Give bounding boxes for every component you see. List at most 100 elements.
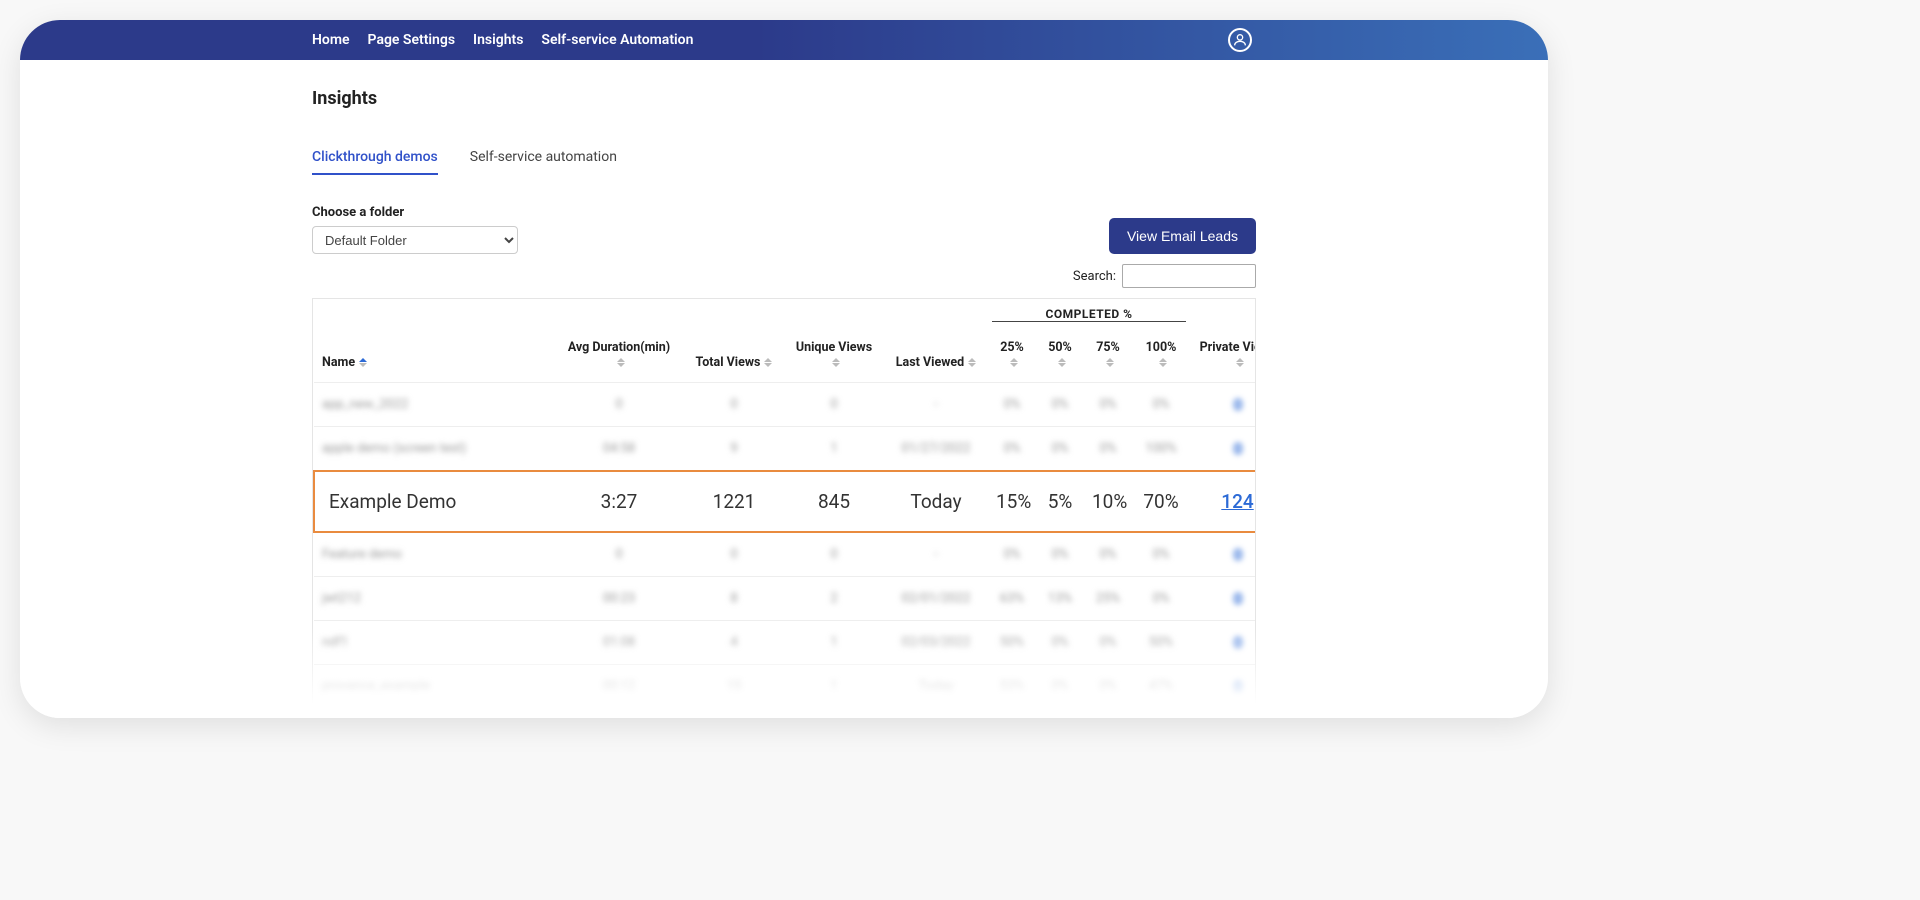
cell-uni: 1 bbox=[784, 665, 884, 709]
cell-p75: 0% bbox=[1084, 427, 1132, 472]
content-area: Insights Clickthrough demos Self-service… bbox=[20, 60, 1548, 718]
cell-last: - bbox=[884, 383, 988, 427]
cell-uni: 0 bbox=[784, 383, 884, 427]
cell-p25: 0% bbox=[988, 427, 1036, 472]
private-views-link[interactable]: 0 bbox=[1233, 677, 1242, 696]
cell-dur: 04:58 bbox=[554, 427, 684, 472]
th-avg-duration[interactable]: Avg Duration(min) bbox=[554, 330, 684, 383]
cell-p50: 0% bbox=[1036, 427, 1084, 472]
cell-p75: 0% bbox=[1084, 709, 1132, 719]
th-75[interactable]: 75% bbox=[1084, 330, 1132, 383]
sort-icon bbox=[617, 358, 625, 367]
cell-last: Today bbox=[884, 665, 988, 709]
private-views-link[interactable]: 0 bbox=[1233, 545, 1242, 564]
cell-tot: 9 bbox=[684, 427, 784, 472]
top-nav: Home Page Settings Insights Self-service… bbox=[312, 20, 693, 60]
cell-name: apple demo (screen test) bbox=[314, 427, 554, 472]
cell-p100: 70% bbox=[1132, 471, 1190, 532]
cell-name: ndf1 bbox=[314, 621, 554, 665]
cell-uni: 845 bbox=[784, 471, 884, 532]
private-views-link[interactable]: 0 bbox=[1233, 633, 1242, 652]
search-input[interactable] bbox=[1122, 264, 1256, 288]
sort-icon bbox=[832, 358, 840, 367]
nav-home[interactable]: Home bbox=[312, 32, 350, 48]
app-card: Home Page Settings Insights Self-service… bbox=[20, 20, 1548, 718]
table-row[interactable]: Example Demo3:271221845Today15%5%10%70%1… bbox=[314, 471, 1256, 532]
table-row[interactable]: ndf101:084102/03/202250%0%0%50%0 bbox=[314, 621, 1256, 665]
table-row[interactable]: apple demo (screen test)04:589101/27/202… bbox=[314, 427, 1256, 472]
cell-uni: 2 bbox=[784, 577, 884, 621]
search-row: Search: bbox=[312, 264, 1256, 288]
table-row[interactable]: provance_example00:12151Today53%0%0%47%0 bbox=[314, 665, 1256, 709]
cell-private-views[interactable]: 0 bbox=[1190, 621, 1256, 665]
sort-icon bbox=[1058, 358, 1066, 367]
table-row[interactable]: Sample demo 2000-0%0%0%0%3 bbox=[314, 709, 1256, 719]
cell-private-views[interactable]: 0 bbox=[1190, 427, 1256, 472]
th-total-views[interactable]: Total Views bbox=[684, 330, 784, 383]
cell-name: Sample demo 2 bbox=[314, 709, 554, 719]
th-50[interactable]: 50% bbox=[1036, 330, 1084, 383]
tab-clickthrough-demos[interactable]: Clickthrough demos bbox=[312, 149, 438, 175]
cell-p50: 0% bbox=[1036, 621, 1084, 665]
cell-private-views[interactable]: 0 bbox=[1190, 665, 1256, 709]
private-views-link[interactable]: 0 bbox=[1233, 395, 1242, 414]
cell-private-views[interactable]: 0 bbox=[1190, 532, 1256, 577]
user-avatar-icon[interactable] bbox=[1228, 28, 1252, 52]
cell-private-views[interactable]: 3 bbox=[1190, 709, 1256, 719]
private-views-link[interactable]: 0 bbox=[1233, 439, 1242, 458]
cell-last: Today bbox=[884, 471, 988, 532]
cell-uni: 1 bbox=[784, 427, 884, 472]
cell-p25: 0% bbox=[988, 383, 1036, 427]
cell-p100: 0% bbox=[1132, 383, 1190, 427]
cell-dur: 00:12 bbox=[554, 665, 684, 709]
table-row[interactable]: jwt21200:238202/01/202263%13%25%0%0 bbox=[314, 577, 1256, 621]
cell-last: - bbox=[884, 532, 988, 577]
cell-p25: 63% bbox=[988, 577, 1036, 621]
view-email-leads-button[interactable]: View Email Leads bbox=[1109, 218, 1256, 254]
cell-dur: 0 bbox=[554, 532, 684, 577]
cell-p100: 100% bbox=[1132, 427, 1190, 472]
cell-last: 01/27/2022 bbox=[884, 427, 988, 472]
sort-icon bbox=[1010, 358, 1018, 367]
folder-select[interactable]: Default Folder bbox=[312, 226, 518, 254]
cell-tot: 0 bbox=[684, 709, 784, 719]
cell-tot: 1221 bbox=[684, 471, 784, 532]
th-unique-views[interactable]: Unique Views bbox=[784, 330, 884, 383]
cell-p100: 0% bbox=[1132, 532, 1190, 577]
cell-tot: 15 bbox=[684, 665, 784, 709]
cell-p25: 53% bbox=[988, 665, 1036, 709]
cell-p25: 0% bbox=[988, 709, 1036, 719]
nav-page-settings[interactable]: Page Settings bbox=[368, 32, 456, 48]
cell-private-views[interactable]: 124 bbox=[1190, 471, 1256, 532]
table-row[interactable]: Feature demo000-0%0%0%0%0 bbox=[314, 532, 1256, 577]
th-name[interactable]: Name bbox=[314, 330, 554, 383]
cell-uni: 0 bbox=[784, 709, 884, 719]
cell-tot: 8 bbox=[684, 577, 784, 621]
sort-icon bbox=[1236, 358, 1244, 367]
folder-label: Choose a folder bbox=[312, 205, 518, 220]
sort-icon bbox=[1106, 358, 1114, 367]
table-row[interactable]: app_new_2022000-0%0%0%0%0 bbox=[314, 383, 1256, 427]
private-views-link[interactable]: 124 bbox=[1221, 490, 1253, 513]
th-private-views[interactable]: Private Views bbox=[1190, 330, 1256, 383]
completed-group-header: COMPLETED % bbox=[988, 299, 1190, 330]
cell-tot: 4 bbox=[684, 621, 784, 665]
cell-dur: 0 bbox=[554, 709, 684, 719]
cell-p25: 15% bbox=[988, 471, 1036, 532]
th-last-viewed[interactable]: Last Viewed bbox=[884, 330, 988, 383]
cell-last: 02/01/2022 bbox=[884, 577, 988, 621]
cell-p25: 50% bbox=[988, 621, 1036, 665]
cell-name: Feature demo bbox=[314, 532, 554, 577]
cell-p75: 0% bbox=[1084, 621, 1132, 665]
th-25[interactable]: 25% bbox=[988, 330, 1036, 383]
cell-private-views[interactable]: 0 bbox=[1190, 383, 1256, 427]
cell-p100: 0% bbox=[1132, 577, 1190, 621]
private-views-link[interactable]: 0 bbox=[1233, 589, 1242, 608]
th-100[interactable]: 100% bbox=[1132, 330, 1190, 383]
sort-icon bbox=[968, 358, 976, 367]
tab-self-service-automation[interactable]: Self-service automation bbox=[470, 149, 617, 175]
cell-p75: 10% bbox=[1084, 471, 1132, 532]
nav-self-service[interactable]: Self-service Automation bbox=[541, 32, 693, 48]
cell-private-views[interactable]: 0 bbox=[1190, 577, 1256, 621]
nav-insights[interactable]: Insights bbox=[473, 32, 523, 48]
